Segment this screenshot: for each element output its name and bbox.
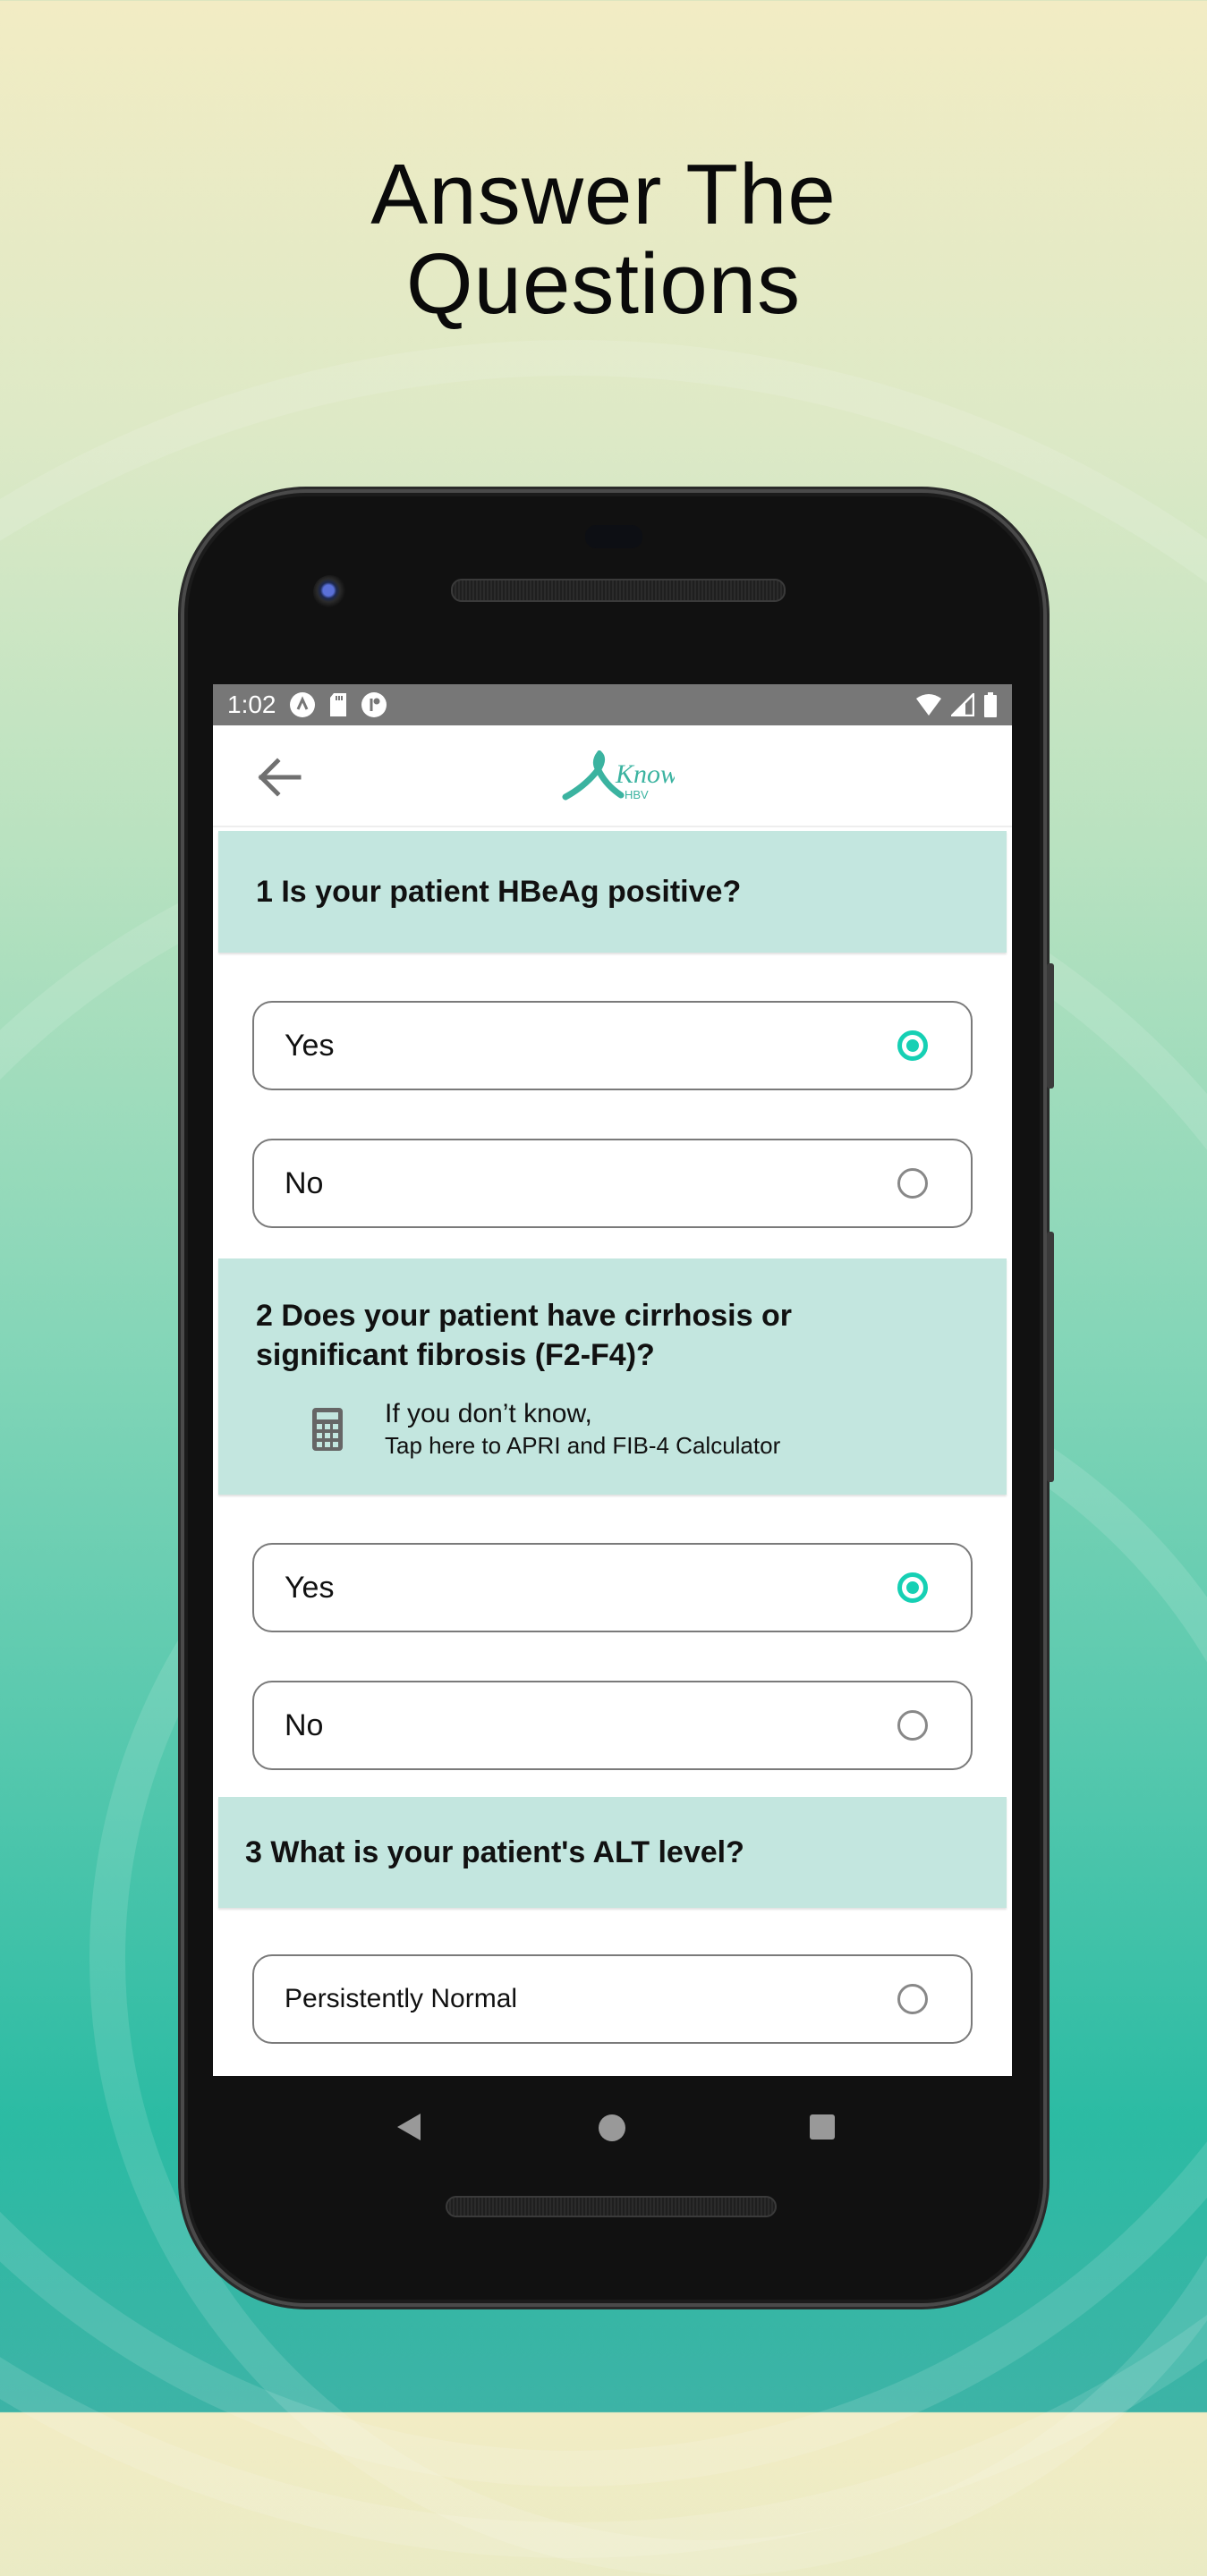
radio-unselected-icon[interactable]: [897, 1168, 928, 1199]
promo-headline-line1: Answer The: [370, 147, 837, 242]
logo-text: Know: [615, 759, 675, 789]
q1-option-yes[interactable]: Yes: [252, 1001, 973, 1090]
question-1-text: 1 Is your patient HBeAg positive?: [256, 874, 742, 909]
q1-option-no[interactable]: No: [252, 1139, 973, 1228]
volume-button: [1047, 1232, 1054, 1482]
radio-unselected-icon[interactable]: [897, 1710, 928, 1741]
radio-selected-icon[interactable]: [897, 1030, 928, 1061]
question-2-text-line1: 2 Does your patient have cirrhosis or: [256, 1299, 792, 1333]
option-label: Persistently Normal: [285, 1984, 518, 2013]
question-1-header: 1 Is your patient HBeAg positive?: [218, 831, 1007, 953]
calculator-link[interactable]: If you don’t know, Tap here to APRI and …: [311, 1398, 969, 1461]
sd-card-icon: [328, 692, 348, 717]
status-bar: 1:02: [213, 684, 1012, 725]
radio-unselected-icon[interactable]: [897, 1984, 928, 2014]
q2-option-no[interactable]: No: [252, 1681, 973, 1770]
q2-option-yes[interactable]: Yes: [252, 1543, 973, 1632]
power-button: [1047, 963, 1054, 1089]
front-camera: [313, 575, 347, 609]
question-3-text: 3 What is your patient's ALT level?: [245, 1835, 744, 1869]
question-2-text-line2: significant fibrosis (F2-F4)?: [256, 1338, 655, 1372]
back-button[interactable]: [254, 752, 304, 802]
promo-headline: Answer The Questions: [0, 150, 1207, 329]
proximity-sensor: [585, 525, 642, 548]
calculator-icon: [312, 1408, 343, 1451]
app-screen: 1:02 Know HBV 1 Is your patient HBeAg po…: [213, 684, 1012, 2076]
question-3-header: 3 What is your patient's ALT level?: [218, 1797, 1007, 1908]
knowhbv-logo: Know HBV: [558, 749, 678, 806]
battery-icon: [983, 692, 998, 717]
app-bar: Know HBV: [213, 725, 1012, 827]
arrow-left-icon: [258, 758, 302, 797]
logo-subtext: HBV: [625, 788, 649, 801]
option-label: Yes: [285, 1028, 335, 1063]
nav-back-icon[interactable]: [394, 2112, 424, 2142]
wifi-icon: [915, 693, 942, 716]
q3-option-persistently-normal[interactable]: Persistently Normal: [252, 1954, 973, 2044]
option-label: Yes: [285, 1570, 335, 1605]
question-2-header: 2 Does your patient have cirrhosis or si…: [218, 1258, 1007, 1495]
phone-frame: 1:02 Know HBV 1 Is your patient HBeAg po…: [181, 489, 1054, 2307]
promo-headline-line2: Questions: [405, 236, 802, 332]
calculator-hint: If you don’t know,: [385, 1399, 592, 1428]
status-time: 1:02: [227, 691, 276, 718]
nav-home-icon[interactable]: [598, 2114, 626, 2142]
bottom-speaker: [446, 2196, 777, 2217]
nav-recents-icon[interactable]: [809, 2114, 836, 2140]
radio-selected-icon[interactable]: [897, 1572, 928, 1603]
option-label: No: [285, 1707, 324, 1742]
app-badge-icon: [361, 691, 387, 718]
app-notification-icon: [289, 691, 316, 718]
option-label: No: [285, 1165, 324, 1200]
cell-signal-icon: [951, 693, 974, 716]
calculator-link-text[interactable]: Tap here to APRI and FIB-4 Calculator: [385, 1430, 780, 1461]
earpiece-speaker: [451, 579, 786, 602]
system-nav-bar: [394, 2103, 841, 2157]
